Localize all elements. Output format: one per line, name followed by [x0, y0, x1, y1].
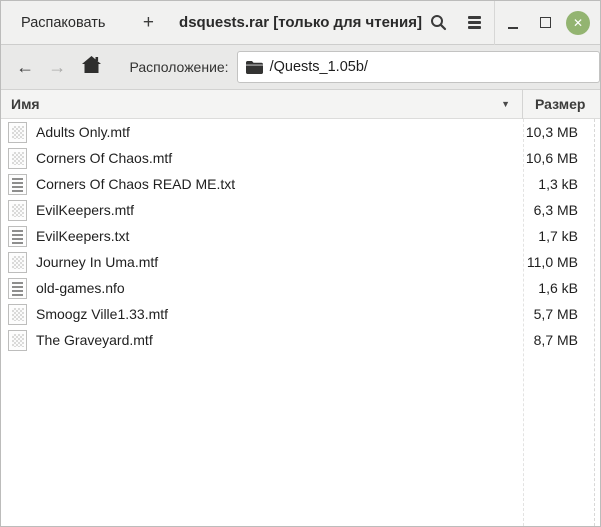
- extract-button[interactable]: Распаковать: [19, 6, 107, 40]
- name-column-label: Имя: [11, 96, 40, 112]
- column-gridline: [523, 119, 524, 526]
- back-button[interactable]: ←: [9, 50, 41, 84]
- file-name: Corners Of Chaos.mtf: [36, 150, 173, 166]
- table-row[interactable]: EvilKeepers.mtf 6,3 MB: [1, 197, 600, 223]
- file-size: 5,7 MB: [533, 306, 578, 322]
- archive-manager-window: Распаковать + dsquests.rar [только для ч…: [0, 0, 601, 527]
- file-size: 1,7 kB: [538, 228, 578, 244]
- search-icon: [430, 14, 447, 31]
- file-name: EvilKeepers.txt: [36, 228, 130, 244]
- file-name: old-games.nfo: [36, 280, 125, 296]
- hamburger-menu-icon: [467, 16, 481, 29]
- close-icon: ✕: [566, 10, 590, 35]
- sort-descending-icon: ▼: [501, 99, 510, 109]
- headerbar-separator: [494, 1, 495, 45]
- file-name: Smoogz Ville1.33.mtf: [36, 306, 169, 322]
- file-size: 1,6 kB: [538, 280, 578, 296]
- text-file-icon: [8, 173, 27, 195]
- column-gridline: [594, 119, 595, 526]
- table-row[interactable]: Corners Of Chaos.mtf 10,6 MB: [1, 145, 600, 171]
- binary-file-icon: [8, 121, 27, 143]
- binary-file-icon: [8, 303, 27, 325]
- column-header-name[interactable]: Имя ▼: [1, 90, 522, 118]
- size-column-label: Размер: [535, 96, 586, 112]
- location-input[interactable]: /Quests_1.05b/: [236, 51, 600, 83]
- table-row[interactable]: EvilKeepers.txt 1,7 kB: [1, 223, 600, 249]
- file-size: 6,3 MB: [533, 202, 578, 218]
- binary-file-icon: [8, 251, 27, 273]
- file-size: 10,3 MB: [525, 124, 578, 140]
- headerbar: Распаковать + dsquests.rar [только для ч…: [1, 1, 600, 45]
- file-size: 8,7 MB: [533, 332, 578, 348]
- location-label: Расположение:: [129, 59, 229, 75]
- table-row[interactable]: Corners Of Chaos READ ME.txt 1,3 kB: [1, 171, 600, 197]
- column-header-size[interactable]: Размер: [523, 90, 600, 118]
- file-list: Adults Only.mtf 10,3 MB Corners Of Chaos…: [1, 119, 600, 526]
- file-name: The Graveyard.mtf: [36, 332, 153, 348]
- file-size: 10,6 MB: [525, 150, 578, 166]
- location-value: /Quests_1.05b/: [269, 59, 368, 75]
- forward-arrow-icon: →: [48, 56, 67, 77]
- text-file-icon: [8, 277, 27, 299]
- table-row[interactable]: The Graveyard.mtf 8,7 MB: [1, 327, 600, 353]
- maximize-icon: [539, 17, 551, 28]
- binary-file-icon: [8, 329, 27, 351]
- file-name: EvilKeepers.mtf: [36, 202, 135, 218]
- close-button[interactable]: ✕: [561, 6, 595, 40]
- back-arrow-icon: ←: [16, 56, 35, 77]
- file-name: Adults Only.mtf: [36, 124, 130, 140]
- add-files-button[interactable]: +: [133, 6, 163, 40]
- home-icon: [81, 56, 101, 78]
- file-size: 11,0 MB: [526, 254, 578, 270]
- table-row[interactable]: old-games.nfo 1,6 kB: [1, 275, 600, 301]
- home-button[interactable]: [75, 50, 107, 84]
- file-name: Journey In Uma.mtf: [36, 254, 159, 270]
- minimize-button[interactable]: [497, 6, 529, 40]
- text-file-icon: [8, 225, 27, 247]
- forward-button[interactable]: →: [41, 50, 73, 84]
- table-row[interactable]: Smoogz Ville1.33.mtf 5,7 MB: [1, 301, 600, 327]
- search-button[interactable]: [420, 6, 456, 40]
- menu-button[interactable]: [456, 6, 492, 40]
- file-name: Corners Of Chaos READ ME.txt: [36, 176, 236, 192]
- maximize-button[interactable]: [529, 6, 561, 40]
- binary-file-icon: [8, 199, 27, 221]
- table-row[interactable]: Journey In Uma.mtf 11,0 MB: [1, 249, 600, 275]
- table-row[interactable]: Adults Only.mtf 10,3 MB: [1, 119, 600, 145]
- binary-file-icon: [8, 147, 27, 169]
- navigation-toolbar: ← → Расположение: /Quests_1.05b/: [1, 45, 600, 90]
- minimize-icon: [508, 26, 518, 29]
- file-size: 1,3 kB: [538, 176, 578, 192]
- folder-icon: [245, 60, 263, 74]
- list-header: Имя ▼ Размер: [1, 89, 600, 119]
